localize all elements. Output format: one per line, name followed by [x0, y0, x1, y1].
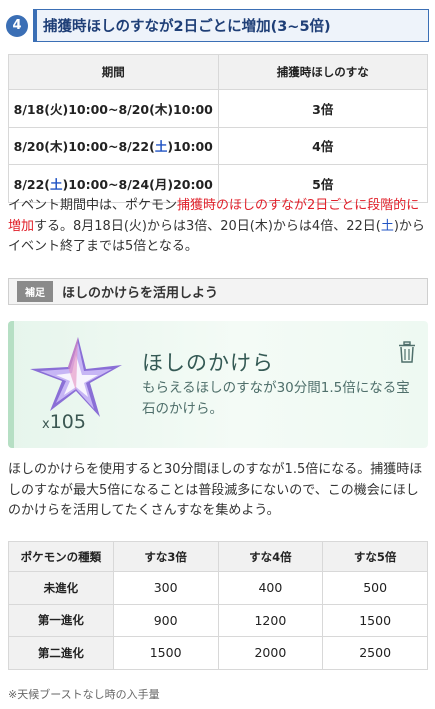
stardust-table: ポケモンの種類 すな3倍 すな4倍 すな5倍 未進化 300 400 500 第…	[8, 541, 428, 670]
row-header: 未進化	[8, 571, 114, 605]
star-piece-icon	[30, 337, 122, 417]
table-row: 8/20(木)10:00~8/22(土)10:00 4倍	[8, 126, 428, 165]
item-description: もらえるほしのすなが30分間1.5倍になる宝石のかけら。	[142, 380, 410, 417]
table-cell: 1500	[322, 603, 428, 637]
section-title: 捕獲時ほしのすなが2日ごとに増加(3~5倍)	[33, 9, 429, 42]
header-period: 期間	[8, 54, 219, 90]
card-edge	[8, 321, 14, 448]
section-number: 4	[6, 14, 28, 37]
item-quantity: x105	[42, 411, 86, 433]
trash-icon[interactable]	[398, 341, 416, 363]
table-cell: 1200	[217, 603, 324, 637]
table-header-row: 期間 捕獲時ほしのすな	[8, 54, 428, 90]
header-4x: すな4倍	[217, 541, 324, 572]
table-row: 第一進化 900 1200 1500	[8, 603, 428, 637]
section-heading: 4 捕獲時ほしのすなが2日ごとに増加(3~5倍)	[6, 9, 429, 42]
table-row: 第二進化 1500 2000 2500	[8, 636, 428, 670]
table-cell: 900	[112, 603, 219, 637]
event-description: イベント期間中は、ポケモン捕獲時のほしのすなが2日ごとに段階的に増加する。8月1…	[8, 198, 425, 254]
multiplier-cell: 3倍	[217, 89, 428, 128]
period-cell: 8/18(火)10:00~8/20(木)10:00	[8, 89, 219, 128]
header-pokemon-type: ポケモンの種類	[8, 541, 114, 572]
table-cell: 500	[322, 571, 428, 605]
header-3x: すな3倍	[112, 541, 219, 572]
row-header: 第二進化	[8, 636, 114, 670]
period-table: 期間 捕獲時ほしのすな 8/18(火)10:00~8/20(木)10:00 3倍…	[8, 54, 428, 203]
star-piece-description: ほしのかけらを使用すると30分間ほしのすなが1.5倍になる。捕獲時ほしのすなが最…	[8, 462, 423, 518]
supplement-tag: 補足	[17, 281, 53, 302]
supplement-text: ほしのかけらを活用しよう	[62, 286, 219, 301]
item-card: x105 ほしのかけら もらえるほしのすなが30分間1.5倍になる宝石のかけら。	[8, 321, 428, 448]
table-cell: 400	[217, 571, 324, 605]
row-header: 第一進化	[8, 603, 114, 637]
supplement-banner: 補足 ほしのかけらを活用しよう	[8, 278, 428, 305]
table-cell: 300	[112, 571, 219, 605]
table-row: 未進化 300 400 500	[8, 571, 428, 605]
item-title: ほしのかけら	[142, 351, 274, 375]
multiplier-cell: 4倍	[217, 126, 428, 165]
table-row: 8/18(火)10:00~8/20(木)10:00 3倍	[8, 89, 428, 128]
header-5x: すな5倍	[322, 541, 428, 572]
table-cell: 1500	[112, 636, 219, 670]
header-stardust: 捕獲時ほしのすな	[217, 54, 428, 90]
footnote: ※天候ブーストなし時の入手量	[8, 688, 160, 701]
period-cell: 8/20(木)10:00~8/22(土)10:00	[8, 126, 219, 165]
table-cell: 2500	[322, 636, 428, 670]
table-cell: 2000	[217, 636, 324, 670]
table-header-row: ポケモンの種類 すな3倍 すな4倍 すな5倍	[8, 541, 428, 572]
